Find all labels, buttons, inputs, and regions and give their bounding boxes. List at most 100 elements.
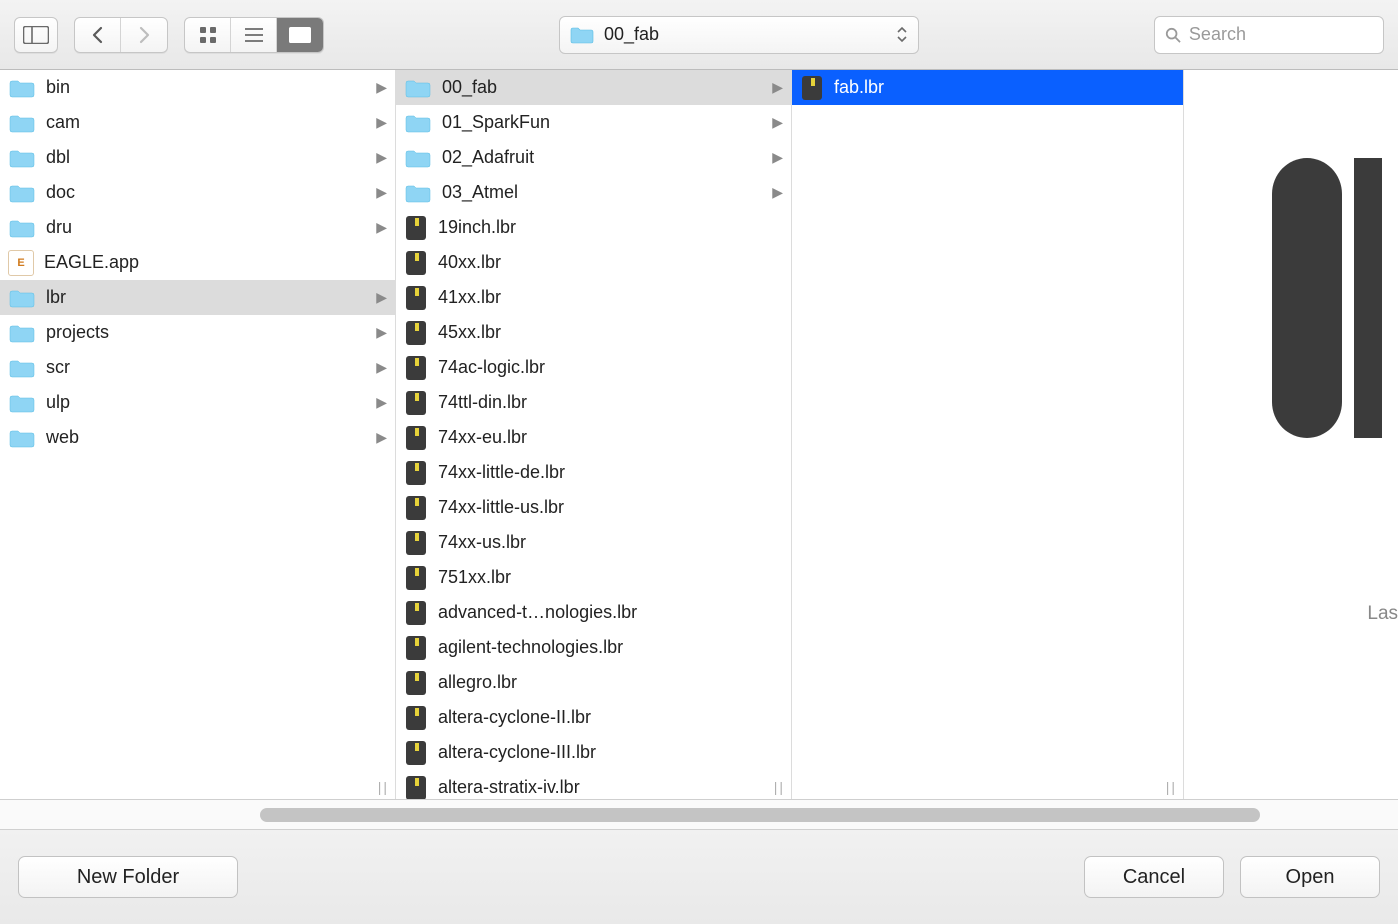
folder-icon [404, 77, 432, 99]
list-icon [244, 27, 264, 43]
file-row[interactable]: 45xx.lbr [396, 315, 791, 350]
file-row[interactable]: ulp▶ [0, 385, 395, 420]
file-row[interactable]: 751xx.lbr [396, 560, 791, 595]
file-name-label: agilent-technologies.lbr [438, 637, 783, 658]
file-name-label: 45xx.lbr [438, 322, 783, 343]
file-row[interactable]: 00_fab▶ [396, 70, 791, 105]
file-row[interactable]: 01_SparkFun▶ [396, 105, 791, 140]
file-name-label: bin [46, 77, 366, 98]
cancel-label: Cancel [1123, 866, 1185, 889]
search-input[interactable] [1189, 24, 1373, 45]
file-row[interactable]: web ▶ [0, 420, 395, 455]
new-folder-button[interactable]: New Folder [18, 856, 238, 898]
horizontal-scrollbar[interactable] [0, 800, 1398, 830]
file-row[interactable]: 74xx-little-de.lbr [396, 455, 791, 490]
file-name-label: ulp [46, 392, 366, 413]
file-name-label: 74ttl-din.lbr [438, 392, 783, 413]
file-row[interactable]: 41xx.lbr [396, 280, 791, 315]
file-name-label: cam [46, 112, 366, 133]
column-resize-handle[interactable]: || [378, 779, 389, 795]
app-icon: E [8, 250, 34, 276]
chevron-left-icon [91, 26, 105, 44]
preview-metadata: Created Modified Last opened [1190, 538, 1398, 629]
file-row[interactable]: scr ▶ [0, 350, 395, 385]
file-row[interactable]: 19inch.lbr [396, 210, 791, 245]
toolbar: 00_fab [0, 0, 1398, 70]
file-row[interactable]: bin▶ [0, 70, 395, 105]
file-name-label: lbr [46, 287, 366, 308]
sidebar-toggle-button[interactable] [14, 17, 58, 53]
open-button[interactable]: Open [1240, 856, 1380, 898]
file-row[interactable]: cam ▶ [0, 105, 395, 140]
forward-button[interactable] [121, 18, 167, 52]
file-row[interactable]: 74xx-us.lbr [396, 525, 791, 560]
file-row[interactable]: dru▶ [0, 210, 395, 245]
file-row[interactable]: EEAGLE.app [0, 245, 395, 280]
view-list-button[interactable] [231, 18, 277, 52]
file-row[interactable]: 40xx.lbr [396, 245, 791, 280]
view-columns-button[interactable] [277, 18, 323, 52]
scrollbar-thumb[interactable] [260, 808, 1260, 822]
folder-icon [8, 182, 36, 204]
back-button[interactable] [75, 18, 121, 52]
folder-icon [8, 392, 36, 414]
column-resize-handle[interactable]: || [1166, 779, 1177, 795]
chevron-right-icon: ▶ [376, 429, 387, 446]
file-name-label: scr [46, 357, 366, 378]
cancel-button[interactable]: Cancel [1084, 856, 1224, 898]
chevron-right-icon: ▶ [376, 149, 387, 166]
column-3[interactable]: fab.lbr || [792, 70, 1184, 799]
column-1[interactable]: bin▶cam▶dbl▶doc▶dru▶EEAGLE.applbr▶projec… [0, 70, 396, 799]
view-icons-button[interactable] [185, 18, 231, 52]
folder-icon [8, 427, 36, 449]
file-name-label: 74xx-us.lbr [438, 532, 783, 553]
library-file-icon [404, 635, 428, 661]
column-2[interactable]: 00_fab▶01_SparkFun▶02_Adafruit▶03_Atmel▶… [396, 70, 792, 799]
file-row[interactable]: 03_Atmel▶ [396, 175, 791, 210]
file-name-label: dbl [46, 147, 366, 168]
file-row[interactable]: altera-cyclone-III.lbr [396, 735, 791, 770]
file-name-label: altera-cyclone-III.lbr [438, 742, 783, 763]
file-row[interactable]: allegro.lbr [396, 665, 791, 700]
file-row[interactable]: advanced-t…nologies.lbr [396, 595, 791, 630]
chevron-right-icon: ▶ [376, 359, 387, 376]
folder-icon [8, 287, 36, 309]
file-row[interactable]: 02_Adafruit▶ [396, 140, 791, 175]
folder-icon [8, 147, 36, 169]
view-mode-segmented [184, 17, 324, 53]
chevron-right-icon: ▶ [376, 114, 387, 131]
library-file-icon [404, 285, 428, 311]
chevron-right-icon: ▶ [376, 289, 387, 306]
meta-last-opened-label: Last opened [1190, 599, 1398, 629]
file-row[interactable]: lbr ▶ [0, 280, 395, 315]
file-row[interactable]: dbl ▶ [0, 140, 395, 175]
search-field[interactable] [1154, 16, 1384, 54]
file-name-label: 751xx.lbr [438, 567, 783, 588]
folder-icon [404, 182, 432, 204]
file-name-label: 00_fab [442, 77, 762, 98]
file-row[interactable]: projects▶ [0, 315, 395, 350]
library-file-icon [404, 390, 428, 416]
library-file-icon [404, 740, 428, 766]
library-file-icon [404, 775, 428, 800]
file-name-label: 40xx.lbr [438, 252, 783, 273]
file-row[interactable]: 74xx-little-us.lbr [396, 490, 791, 525]
file-row[interactable]: 74ac-logic.lbr [396, 350, 791, 385]
app-icon: E [8, 250, 34, 276]
file-row[interactable]: altera-cyclone-II.lbr [396, 700, 791, 735]
file-name-label: 74xx-little-de.lbr [438, 462, 783, 483]
file-row[interactable]: fab.lbr [792, 70, 1183, 105]
file-row[interactable]: doc▶ [0, 175, 395, 210]
file-name-label: doc [46, 182, 366, 203]
file-row[interactable]: 74ttl-din.lbr [396, 385, 791, 420]
file-row[interactable]: altera-stratix-iv.lbr [396, 770, 791, 799]
sidebar-icon [23, 26, 49, 44]
file-row[interactable]: 74xx-eu.lbr [396, 420, 791, 455]
column-browser: bin▶cam▶dbl▶doc▶dru▶EEAGLE.applbr▶projec… [0, 70, 1398, 800]
file-name-label: 01_SparkFun [442, 112, 762, 133]
file-name-label: web [46, 427, 366, 448]
file-row[interactable]: agilent-technologies.lbr [396, 630, 791, 665]
folder-icon [568, 24, 596, 46]
path-control[interactable]: 00_fab [559, 16, 919, 54]
grid-icon [199, 26, 217, 44]
